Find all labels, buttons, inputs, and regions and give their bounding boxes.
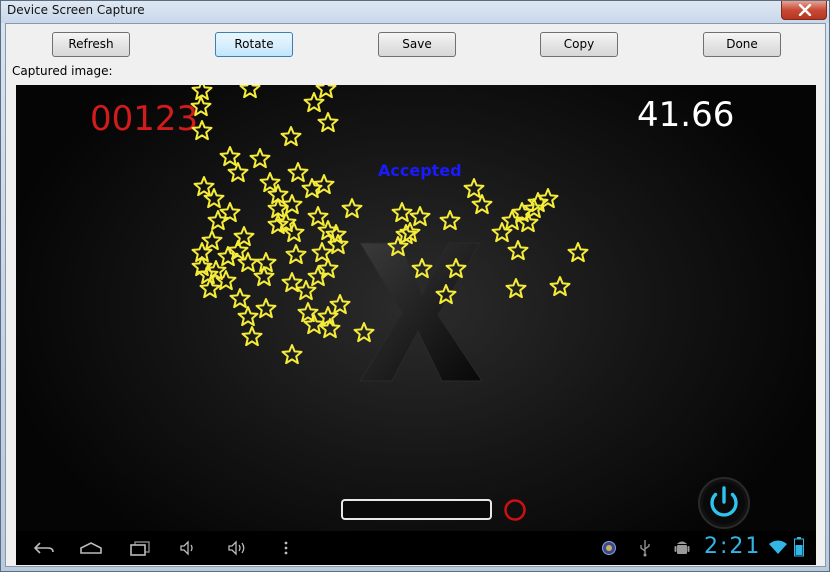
progress-bar [341,499,492,520]
copy-button[interactable]: Copy [540,32,618,57]
star-icon [287,162,309,183]
star-icon [315,85,337,99]
volume-up-icon[interactable] [226,539,248,557]
star-icon [307,206,329,227]
usb-icon [640,540,650,557]
power-button-icon[interactable] [696,475,752,531]
star-icon [283,222,305,243]
star-icon [439,210,461,231]
star-icon [249,148,271,169]
device-screenshot: 00123 41.66 Accepted 2:21 [16,85,816,565]
capture-window: Device Screen Capture Refresh Rotate Sav… [0,0,830,572]
menu-icon[interactable] [282,539,290,557]
star-icon [281,344,303,365]
recent-apps-icon[interactable] [128,539,152,557]
star-icon [549,276,571,297]
save-button[interactable]: Save [378,32,456,57]
status-clock: 2:21 [704,534,762,559]
back-icon[interactable] [32,539,56,557]
star-icon [203,188,225,209]
wifi-icon [769,540,787,554]
close-icon [798,4,812,16]
star-icon [239,85,261,99]
star-icon [471,194,493,215]
star-icon [507,240,529,261]
star-icon [237,252,259,273]
title-bar[interactable]: Device Screen Capture [1,1,829,23]
star-icon [237,306,259,327]
star-icon [341,198,363,219]
star-icon [329,294,351,315]
star-icon [191,120,213,141]
star-icon [435,284,457,305]
close-button[interactable] [781,1,827,20]
star-icon [219,146,241,167]
star-icon [409,206,431,227]
star-icon [255,252,277,273]
star-icon [567,242,589,263]
star-icon [411,258,433,279]
star-icon [241,326,263,347]
star-icon [317,112,339,133]
window-title: Device Screen Capture [7,3,145,17]
star-icon [255,298,277,319]
star-icon [281,194,303,215]
star-icon [285,244,307,265]
home-icon[interactable] [78,539,104,557]
star-icon [229,288,251,309]
done-button[interactable]: Done [703,32,781,57]
star-icon [491,222,513,243]
star-icon [353,322,375,343]
dialog-body: Refresh Rotate Save Copy Done Captured i… [5,23,826,567]
star-icon [445,258,467,279]
star-icon [391,202,413,223]
star-icon [280,126,302,147]
battery-icon [794,537,804,557]
star-icon [307,266,329,287]
star-icon [505,278,527,299]
system-navigation-bar: 2:21 [16,531,816,565]
app-notification-icon[interactable] [601,540,617,556]
volume-down-icon[interactable] [178,539,198,557]
refresh-button[interactable]: Refresh [52,32,130,57]
star-icon [201,230,223,251]
captured-image-label: Captured image: [12,64,113,78]
star-icon [193,176,215,197]
rotate-button[interactable]: Rotate [215,32,293,57]
star-icon [463,178,485,199]
record-circle-icon[interactable] [502,497,528,523]
star-icon [217,246,239,267]
star-icon [227,162,249,183]
star-field [190,85,589,365]
android-debug-icon [674,541,690,554]
